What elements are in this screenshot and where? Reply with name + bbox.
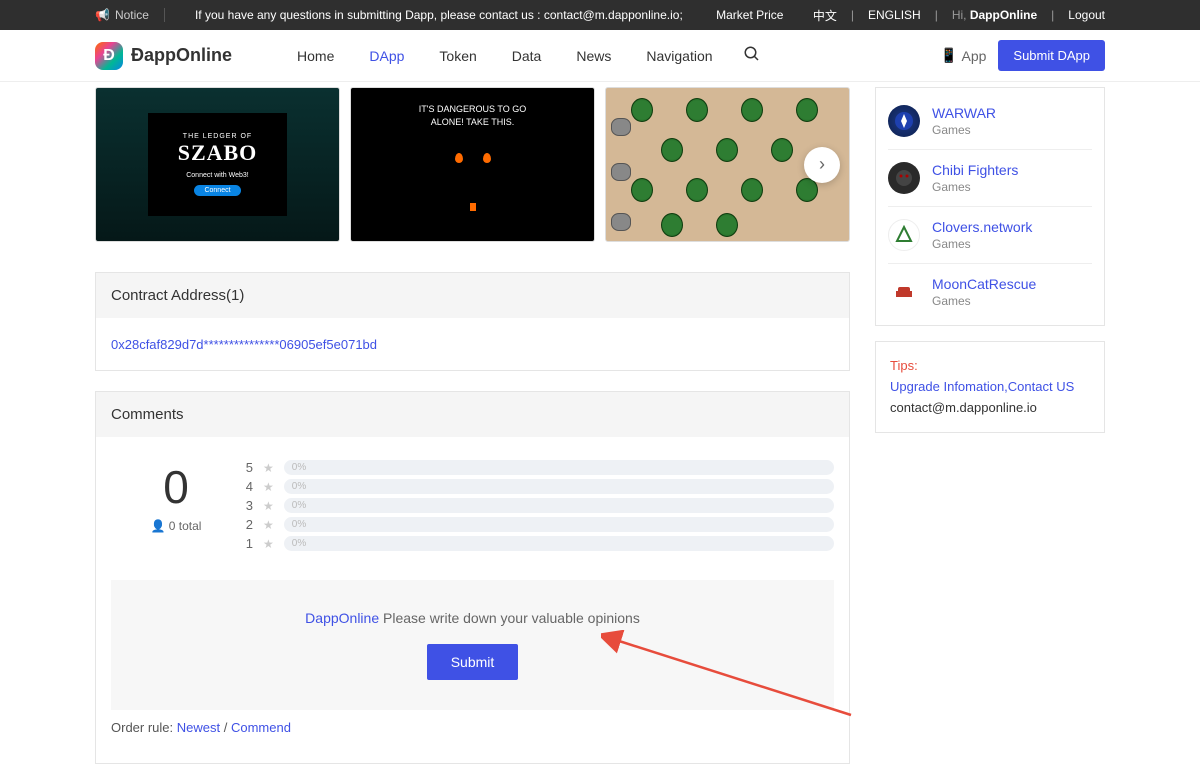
order-newest-link[interactable]: Newest [177, 720, 220, 735]
carousel-next-button[interactable]: › [804, 147, 840, 183]
nav-news[interactable]: News [576, 48, 611, 64]
tips-box: Tips: Upgrade Infomation,Contact US cont… [875, 341, 1105, 433]
comment-form: DappOnline Please write down your valuab… [111, 580, 834, 710]
screenshot-carousel: THE LEDGER OF SZABO Connect with Web3! C… [95, 87, 850, 242]
lang-en-link[interactable]: ENGLISH [868, 8, 921, 22]
dapp-name-link[interactable]: MoonCatRescue [932, 276, 1036, 292]
logo[interactable]: Ð ÐappOnline [95, 42, 232, 70]
sidebar-dapp-item[interactable]: MoonCatRescue Games [888, 264, 1092, 320]
order-commend-link[interactable]: Commend [231, 720, 291, 735]
dapp-icon [888, 162, 920, 194]
rating-row: 4★0% [241, 479, 834, 494]
navbar: Ð ÐappOnline Home DApp Token Data News N… [0, 30, 1200, 82]
tips-email: contact@m.dapponline.io [890, 398, 1090, 419]
lang-cn-link[interactable]: 中文 [813, 7, 837, 24]
app-link[interactable]: 📱 App [940, 47, 986, 64]
tips-link[interactable]: Upgrade Infomation,Contact US [890, 377, 1090, 398]
nav-home[interactable]: Home [297, 48, 334, 64]
speaker-icon: 📢 [95, 8, 110, 22]
dapp-category: Games [932, 237, 1032, 251]
related-dapps-list: WARWARGamesChibi FightersGamesClovers.ne… [875, 87, 1105, 326]
notice-scroll: If you have any questions in submitting … [175, 8, 784, 22]
nav-navigation[interactable]: Navigation [646, 48, 712, 64]
dapp-category: Games [932, 123, 996, 137]
sidebar-dapp-item[interactable]: Clovers.network Games [888, 207, 1092, 264]
chevron-right-icon: › [819, 154, 825, 175]
contract-panel: Contract Address(1) 0x28cfaf829d7d******… [95, 272, 850, 371]
rating-row: 5★0% [241, 460, 834, 475]
rating-row: 3★0% [241, 498, 834, 513]
sidebar-dapp-item[interactable]: WARWAR Games [888, 93, 1092, 150]
carousel-item[interactable]: IT'S DANGEROUS TO GO ALONE! TAKE THIS. [350, 87, 595, 242]
rating-total: 👤 0 total [111, 519, 241, 533]
dapp-icon [888, 105, 920, 137]
phone-icon: 📱 [940, 47, 957, 64]
rating-score: 0 [111, 460, 241, 514]
comment-prompt: DappOnline Please write down your valuab… [141, 610, 804, 626]
topbar: 📢 Notice If you have any questions in su… [0, 0, 1200, 30]
sidebar-dapp-item[interactable]: Chibi Fighters Games [888, 150, 1092, 207]
nav-token[interactable]: Token [439, 48, 476, 64]
greeting: Hi, DappOnline [952, 8, 1037, 22]
dapp-name-link[interactable]: Chibi Fighters [932, 162, 1018, 178]
dapp-category: Games [932, 294, 1036, 308]
rating-row: 2★0% [241, 517, 834, 532]
nav-dapp[interactable]: DApp [369, 48, 404, 64]
notice-label: 📢 Notice [95, 8, 165, 22]
pointer-arrow-icon [601, 630, 861, 720]
dapp-icon [888, 276, 920, 308]
search-icon[interactable] [743, 45, 761, 66]
comments-header: Comments [96, 392, 849, 437]
logo-icon: Ð [95, 42, 123, 70]
order-rule: Order rule: Newest / Commend [111, 710, 834, 745]
logout-link[interactable]: Logout [1068, 8, 1105, 22]
dapp-category: Games [932, 180, 1018, 194]
dapp-name-link[interactable]: WARWAR [932, 105, 996, 121]
submit-dapp-button[interactable]: Submit DApp [998, 40, 1105, 71]
comment-user-link[interactable]: DappOnline [305, 610, 379, 626]
rating-row: 1★0% [241, 536, 834, 551]
contract-header: Contract Address(1) [96, 273, 849, 318]
carousel-item[interactable]: THE LEDGER OF SZABO Connect with Web3! C… [95, 87, 340, 242]
dapp-name-link[interactable]: Clovers.network [932, 219, 1032, 235]
submit-comment-button[interactable]: Submit [427, 644, 519, 680]
dapp-icon [888, 219, 920, 251]
nav-data[interactable]: Data [512, 48, 542, 64]
contract-address-link[interactable]: 0x28cfaf829d7d***************06905ef5e07… [111, 337, 377, 352]
comments-panel: Comments 0 👤 0 total 5★0% 4★0% 3★0% 2★0% 1★0… [95, 391, 850, 764]
